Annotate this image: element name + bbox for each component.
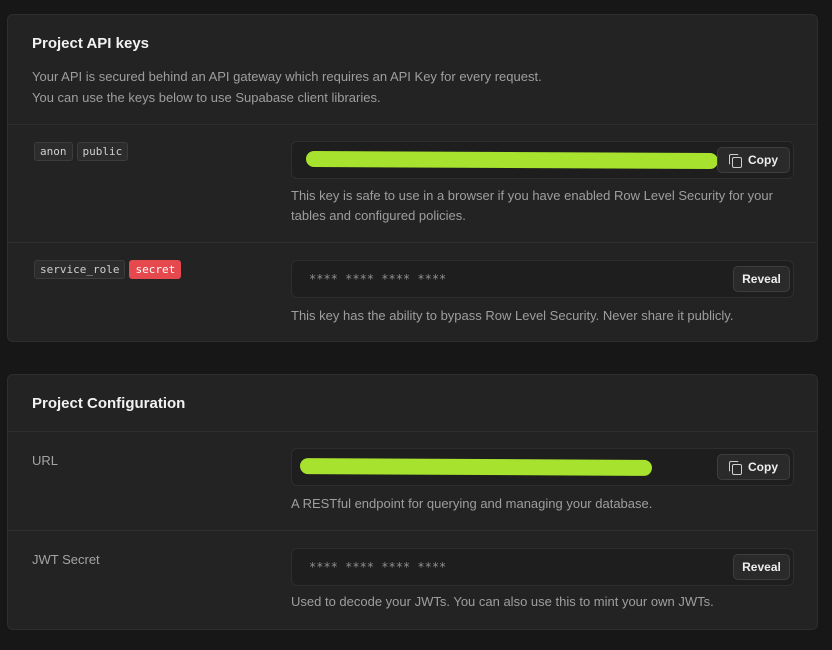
url-field[interactable]: Copy bbox=[291, 448, 794, 486]
anon-key-badges: anon public bbox=[34, 142, 129, 161]
project-configuration-header: Project Configuration bbox=[8, 375, 817, 432]
redaction-marker bbox=[305, 150, 719, 170]
service-role-masked-value: **** **** **** **** bbox=[309, 272, 447, 286]
api-keys-title: Project API keys bbox=[32, 35, 150, 52]
redaction-marker bbox=[299, 458, 653, 476]
copy-button-label: Copy bbox=[748, 153, 778, 167]
jwt-secret-label: JWT Secret bbox=[32, 552, 100, 567]
service-role-key-field[interactable]: **** **** **** **** Reveal bbox=[291, 260, 794, 298]
api-keys-card: Project API keys Your API is secured beh… bbox=[7, 14, 818, 342]
jwt-secret-hint: Used to decode your JWTs. You can also u… bbox=[291, 594, 714, 609]
copy-icon bbox=[728, 153, 742, 168]
jwt-secret-field[interactable]: **** **** **** **** Reveal bbox=[291, 548, 794, 586]
url-row: URL Copy A RESTful endpoint for querying… bbox=[8, 432, 817, 531]
copy-anon-key-button[interactable]: Copy bbox=[717, 147, 790, 173]
anon-key-field[interactable]: Copy bbox=[291, 141, 794, 179]
api-keys-description: Your API is secured behind an API gatewa… bbox=[32, 66, 793, 108]
settings-page: Project API keys Your API is secured beh… bbox=[0, 0, 832, 650]
service-role-badge: service_role bbox=[34, 260, 126, 279]
project-configuration-card: Project Configuration URL Copy A RESTful… bbox=[7, 374, 818, 630]
anon-badge: anon bbox=[34, 142, 73, 161]
service-role-badges: service_role secret bbox=[34, 260, 182, 279]
api-keys-description-line2: You can use the keys below to use Supaba… bbox=[32, 90, 381, 105]
jwt-secret-masked-value: **** **** **** **** bbox=[309, 560, 447, 574]
copy-button-label: Copy bbox=[748, 460, 778, 474]
url-label: URL bbox=[32, 453, 59, 468]
anon-key-hint: This key is safe to use in a browser if … bbox=[291, 188, 773, 223]
api-keys-header: Project API keys Your API is secured beh… bbox=[8, 15, 817, 125]
project-configuration-title: Project Configuration bbox=[32, 395, 186, 412]
url-hint: A RESTful endpoint for querying and mana… bbox=[291, 496, 653, 511]
api-keys-description-line1: Your API is secured behind an API gatewa… bbox=[32, 69, 542, 84]
reveal-jwt-secret-button[interactable]: Reveal bbox=[733, 554, 790, 580]
public-badge: public bbox=[76, 142, 129, 161]
service-role-hint: This key has the ability to bypass Row L… bbox=[291, 308, 734, 323]
secret-badge: secret bbox=[129, 260, 182, 279]
copy-url-button[interactable]: Copy bbox=[717, 454, 790, 480]
anon-key-row: anon public Copy This key is safe to use… bbox=[8, 125, 817, 243]
copy-icon bbox=[728, 460, 742, 475]
jwt-secret-row: JWT Secret **** **** **** **** Reveal Us… bbox=[8, 531, 817, 629]
reveal-service-role-button[interactable]: Reveal bbox=[733, 266, 790, 292]
service-role-key-row: service_role secret **** **** **** **** … bbox=[8, 243, 817, 341]
